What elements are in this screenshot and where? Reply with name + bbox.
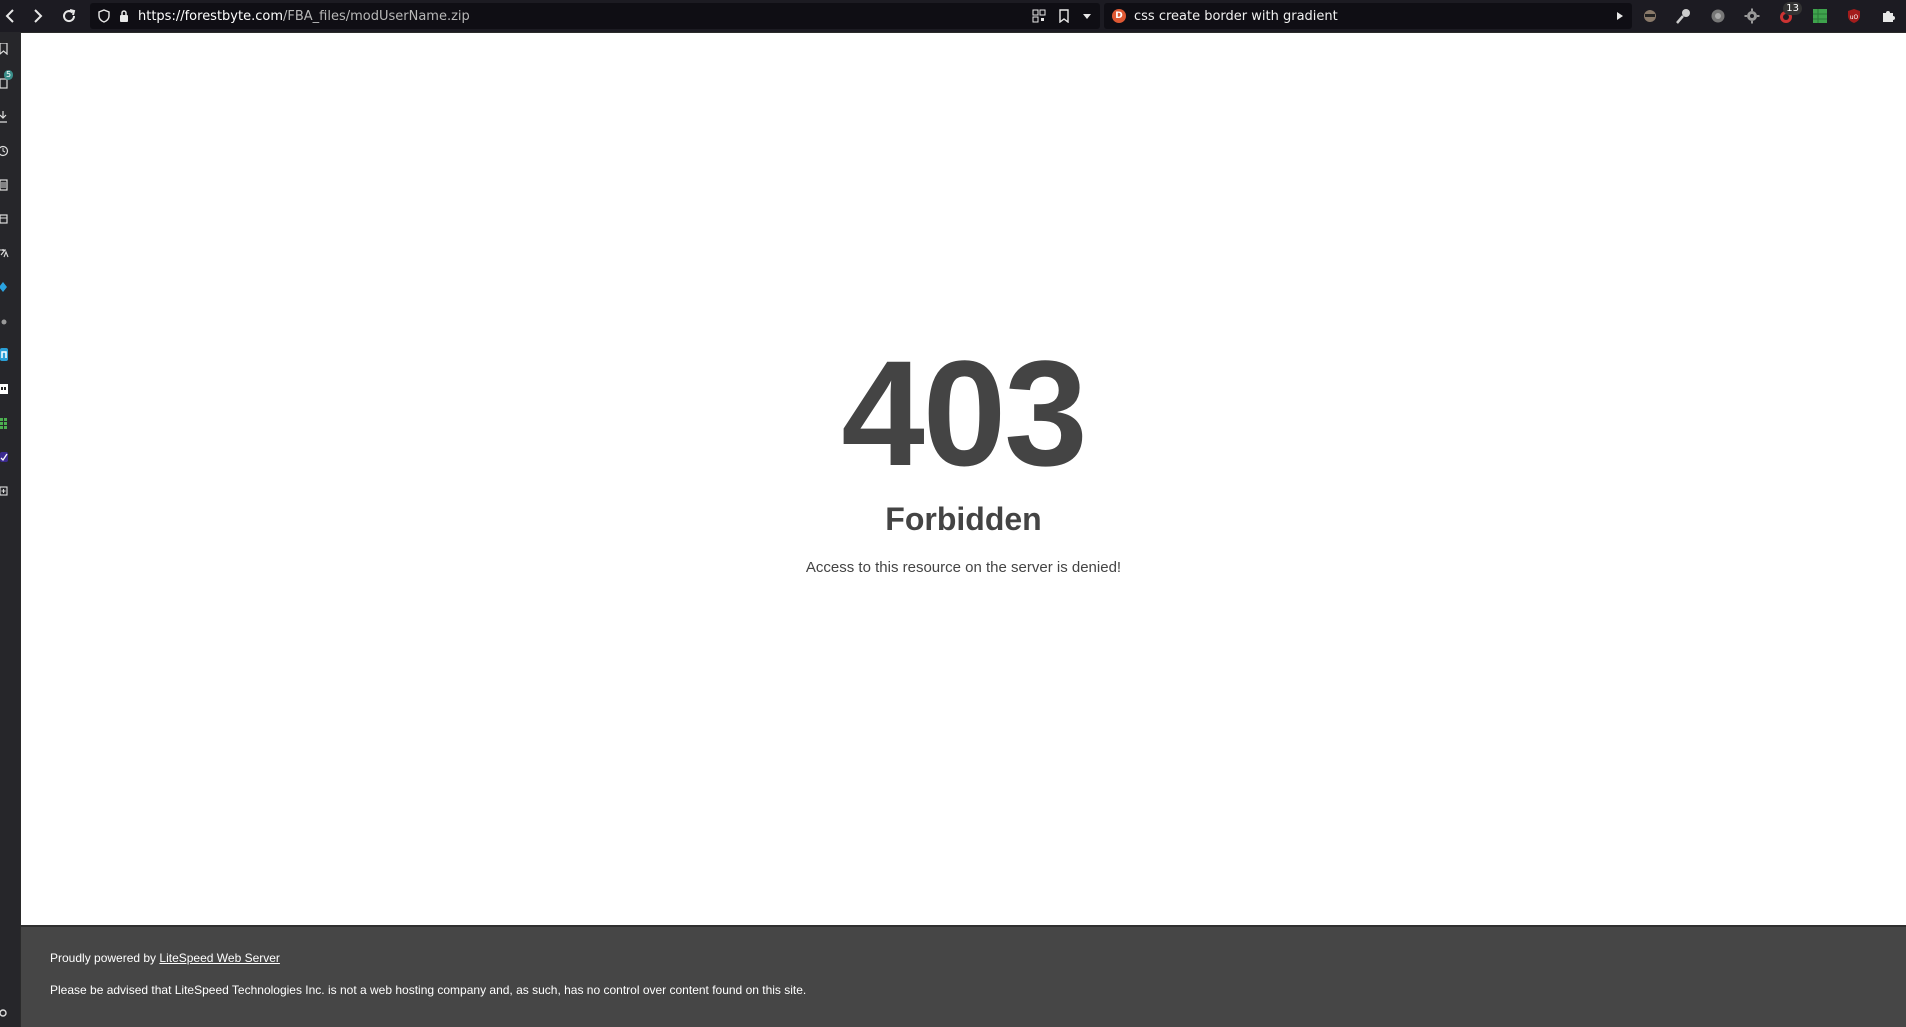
sidebar-tabs-badge: 5 bbox=[4, 70, 14, 80]
extensions-puzzle-icon[interactable] bbox=[1878, 6, 1898, 26]
bookmark-icon bbox=[0, 43, 8, 55]
reload-icon bbox=[63, 9, 76, 23]
gear-icon bbox=[0, 1009, 7, 1017]
error-block: 403 Forbidden Access to this resource on… bbox=[21, 338, 1906, 578]
lock-icon[interactable] bbox=[118, 9, 130, 23]
sidebar-item-app-small[interactable] bbox=[0, 304, 20, 338]
browser-sidebar: 5 bbox=[0, 32, 20, 1027]
play-arrow-icon[interactable] bbox=[1616, 11, 1624, 21]
url-path: /FBA_files/modUserName.zip bbox=[283, 8, 470, 24]
footer-disclaimer: Please be advised that LiteSpeed Technol… bbox=[50, 983, 807, 997]
notes-icon bbox=[0, 179, 8, 191]
sidebar-item-window[interactable] bbox=[0, 202, 20, 236]
footer-powered-by: Proudly powered by LiteSpeed Web Server bbox=[50, 951, 280, 965]
sidebar-item-downloads[interactable] bbox=[0, 100, 20, 134]
address-bar[interactable]: https://forestbyte.com/FBA_files/modUser… bbox=[90, 3, 1100, 29]
svg-text:uO: uO bbox=[1850, 14, 1859, 21]
extension-search-key-icon[interactable] bbox=[1674, 6, 1694, 26]
sidebar-item-tabs[interactable]: 5 bbox=[0, 66, 20, 100]
browser-toolbar: https://forestbyte.com/FBA_files/modUser… bbox=[0, 0, 1906, 32]
extension-badge-count: 13 bbox=[1783, 2, 1802, 15]
reload-button[interactable] bbox=[54, 2, 84, 30]
purple-check-icon bbox=[0, 452, 8, 462]
dropdown-arrow-icon[interactable] bbox=[1082, 11, 1092, 21]
footer: Proudly powered by LiteSpeed Web Server … bbox=[21, 925, 1906, 1027]
shield-icon[interactable] bbox=[98, 9, 110, 23]
sidebar-item-app-white[interactable] bbox=[0, 372, 20, 406]
sidebar-item-app-purple[interactable] bbox=[0, 440, 20, 474]
url-text[interactable]: https://forestbyte.com/FBA_files/modUser… bbox=[138, 9, 1032, 24]
extension-green-grid-icon[interactable] bbox=[1810, 6, 1830, 26]
small-app-icon bbox=[1, 319, 7, 325]
white-square-app-icon bbox=[0, 384, 8, 394]
download-icon bbox=[0, 111, 7, 123]
qr-code-icon[interactable] bbox=[1032, 9, 1046, 23]
sidebar-item-translate[interactable] bbox=[0, 236, 20, 270]
duckduckgo-icon: D bbox=[1112, 9, 1126, 23]
litespeed-link[interactable]: LiteSpeed Web Server bbox=[159, 951, 280, 965]
sidebar-item-notes[interactable] bbox=[0, 168, 20, 202]
sidebar-item-bookmarks[interactable] bbox=[0, 32, 20, 66]
window-icon bbox=[0, 214, 8, 224]
search-query[interactable]: css create border with gradient bbox=[1134, 9, 1616, 24]
page-content: 403 Forbidden Access to this resource on… bbox=[21, 33, 1906, 1027]
error-message: Access to this resource on the server is… bbox=[805, 559, 1122, 576]
search-bar[interactable]: D css create border with gradient bbox=[1104, 3, 1632, 29]
sidebar-item-history[interactable] bbox=[0, 134, 20, 168]
extension-badge-icon[interactable]: 13 bbox=[1776, 2, 1802, 26]
sidebar-settings[interactable] bbox=[0, 1003, 20, 1023]
n-app-icon bbox=[0, 348, 8, 361]
green-grid-icon bbox=[0, 418, 7, 429]
forward-button[interactable] bbox=[22, 2, 54, 30]
sidebar-item-app-n[interactable] bbox=[0, 338, 20, 372]
chevron-right-icon bbox=[34, 9, 43, 23]
plus-square-icon bbox=[0, 486, 8, 496]
sidebar-item-add-panel[interactable] bbox=[0, 474, 20, 508]
extension-gear-icon[interactable] bbox=[1742, 6, 1762, 26]
extension-ninja-icon[interactable] bbox=[1640, 6, 1660, 26]
bookmark-icon[interactable] bbox=[1058, 9, 1070, 23]
sidebar-item-app-grid[interactable] bbox=[0, 406, 20, 440]
extension-grid-circle-icon[interactable] bbox=[1708, 6, 1728, 26]
sidebar-item-app-blue[interactable] bbox=[0, 270, 20, 304]
history-clock-icon bbox=[0, 145, 9, 157]
error-title: Forbidden bbox=[885, 501, 1042, 537]
back-button[interactable] bbox=[0, 2, 22, 30]
diamond-app-icon bbox=[0, 282, 7, 292]
footer-powered-prefix: Proudly powered by bbox=[50, 951, 160, 965]
ublock-origin-icon[interactable]: uO bbox=[1844, 6, 1864, 26]
url-host: https://forestbyte.com bbox=[138, 8, 283, 24]
translate-icon bbox=[0, 249, 9, 258]
error-code: 403 bbox=[841, 329, 1087, 497]
extensions-area: 13 uO bbox=[1640, 0, 1898, 32]
chevron-left-icon bbox=[5, 9, 14, 23]
